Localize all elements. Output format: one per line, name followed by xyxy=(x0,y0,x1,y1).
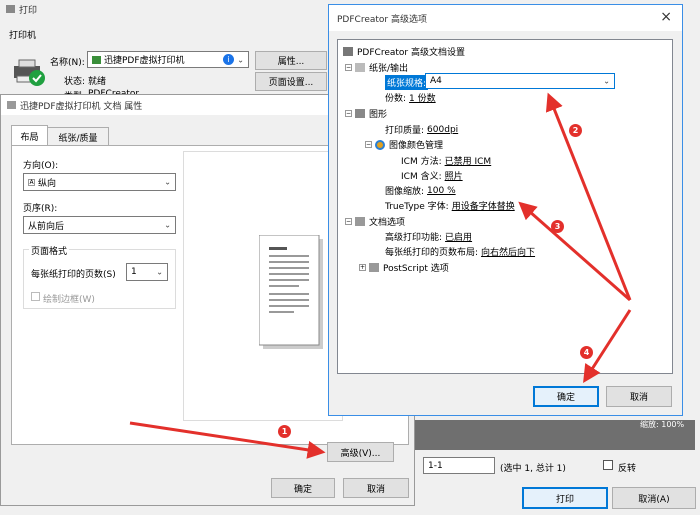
arrow-1 xyxy=(129,421,326,459)
arrow-4 xyxy=(583,309,632,384)
arrow-3 xyxy=(518,201,631,302)
annotation-arrows xyxy=(129,92,632,459)
step-badge-2: 2 xyxy=(569,124,582,137)
step-badge-1: 1 xyxy=(278,425,291,438)
arrow-2 xyxy=(545,92,632,301)
step-badge-3: 3 xyxy=(551,220,564,233)
step-badge-4: 4 xyxy=(580,346,593,359)
